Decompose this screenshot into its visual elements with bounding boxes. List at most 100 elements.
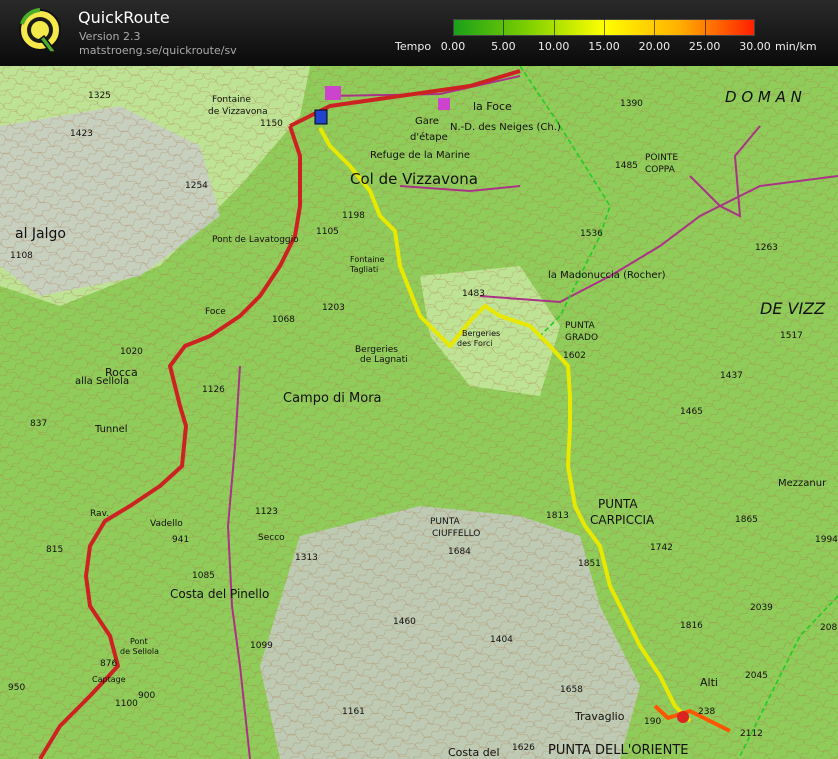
finish-marker-icon bbox=[677, 711, 689, 723]
map-label: Costa del Pinello bbox=[170, 587, 269, 601]
map-label: Costa del bbox=[448, 746, 500, 759]
spot-height: 1085 bbox=[192, 571, 215, 581]
spot-height: 1325 bbox=[88, 91, 111, 101]
spot-height: 1460 bbox=[393, 617, 416, 627]
spot-height: 941 bbox=[172, 535, 189, 545]
spot-height: 2112 bbox=[740, 729, 763, 739]
map-label: N.-D. des Neiges (Ch.) bbox=[450, 122, 561, 133]
spot-height: 1105 bbox=[316, 227, 339, 237]
spot-height: 1483 bbox=[462, 289, 485, 299]
map-label: CIUFFELLO bbox=[432, 529, 480, 539]
spot-height: 1108 bbox=[10, 251, 33, 261]
spot-height: 876 bbox=[100, 659, 117, 669]
map-label: al Jalgo bbox=[15, 226, 66, 242]
map-label: Campo di Mora bbox=[283, 391, 382, 406]
spot-height: 1203 bbox=[322, 303, 345, 313]
map-label: Tunnel bbox=[94, 424, 128, 435]
legend-label: Tempo bbox=[395, 40, 432, 53]
map-label: Travaglio bbox=[574, 710, 625, 723]
spot-height: 1437 bbox=[720, 371, 743, 381]
map-label: de Sellola bbox=[120, 647, 159, 656]
map-label: Vadello bbox=[150, 519, 183, 529]
app-version: Version 2.3 bbox=[79, 30, 141, 43]
map-label: Rav. bbox=[90, 509, 109, 519]
building-icon bbox=[325, 86, 341, 100]
spot-height: 837 bbox=[30, 419, 47, 429]
map-label: Tagliati bbox=[349, 265, 378, 274]
map-label: Pont de Lavatoggio bbox=[212, 235, 299, 245]
spot-height: 1485 bbox=[615, 161, 638, 171]
spot-height: 1742 bbox=[650, 543, 673, 553]
quickroute-logo-icon bbox=[19, 8, 61, 53]
legend-tick-label: 10.00 bbox=[537, 40, 570, 53]
map-label: PUNTA bbox=[565, 321, 596, 331]
map-label: Foce bbox=[205, 307, 226, 317]
map-label: Fontaine bbox=[212, 95, 251, 105]
spot-height: 2045 bbox=[745, 671, 768, 681]
spot-height: 1100 bbox=[115, 699, 138, 709]
spot-height: 238 bbox=[698, 707, 715, 717]
start-marker-icon bbox=[314, 109, 328, 125]
map-label: la Foce bbox=[473, 100, 512, 113]
spot-height: 1813 bbox=[546, 511, 569, 521]
app-url: matstroeng.se/quickroute/sv bbox=[79, 44, 237, 57]
spot-height: 1126 bbox=[202, 385, 225, 395]
map-label: alla Sellola bbox=[75, 376, 129, 387]
map-label: D O M A N bbox=[725, 88, 802, 106]
spot-height: 1465 bbox=[680, 407, 703, 417]
map-label: CARPICCIA bbox=[590, 513, 655, 527]
legend-tick bbox=[503, 19, 505, 36]
map-label: Secco bbox=[258, 533, 285, 543]
map-label: Gare bbox=[415, 116, 439, 127]
map-label: COPPA bbox=[645, 165, 676, 175]
map-label: Fontaine bbox=[350, 255, 385, 264]
map-label: Col de Vizzavona bbox=[350, 170, 478, 188]
map-label: PUNTA bbox=[430, 517, 461, 527]
spot-height: 1198 bbox=[342, 211, 365, 221]
map-label: Refuge de la Marine bbox=[370, 150, 470, 161]
map-label: des Forci bbox=[457, 339, 493, 348]
spot-height: 1423 bbox=[70, 129, 93, 139]
map-label: Bergeries bbox=[462, 329, 500, 338]
spot-height: 1602 bbox=[563, 351, 586, 361]
spot-height: 1099 bbox=[250, 641, 273, 651]
map-label: Alti bbox=[700, 676, 718, 689]
spot-height: 1994 bbox=[815, 535, 838, 545]
spot-height: 1404 bbox=[490, 635, 513, 645]
spot-height: 1536 bbox=[580, 229, 603, 239]
spot-height: 1658 bbox=[560, 685, 583, 695]
legend-tick bbox=[604, 19, 605, 36]
map-label: de Vizzavona bbox=[208, 107, 268, 117]
spot-height: 1517 bbox=[780, 331, 803, 341]
map-label: Bergeries bbox=[355, 345, 398, 355]
spot-height: 190 bbox=[644, 717, 661, 727]
spot-height: 1161 bbox=[342, 707, 365, 717]
legend-tick-label: 20.00 bbox=[638, 40, 671, 53]
map-label: GRADO bbox=[565, 333, 598, 343]
spot-height: 1150 bbox=[260, 119, 283, 129]
orienteering-map[interactable]: D O M A N DE VIZZ la Foce N.-D. des Neiges … bbox=[0, 66, 838, 759]
spot-height: 1254 bbox=[185, 181, 208, 191]
legend-tick-label: 30.00 bbox=[739, 40, 771, 53]
spot-height: 208 bbox=[820, 623, 837, 633]
spot-height: 815 bbox=[46, 545, 63, 555]
spot-height: 1313 bbox=[295, 553, 318, 563]
map-label: Pont bbox=[130, 637, 148, 646]
map-label: de Lagnati bbox=[360, 355, 408, 365]
spot-height: 1263 bbox=[755, 243, 778, 253]
map-label: Captage bbox=[92, 675, 126, 684]
spot-height: 950 bbox=[8, 683, 25, 693]
spot-height: 1068 bbox=[272, 315, 295, 325]
legend-tick-label: 25.00 bbox=[688, 40, 721, 53]
spot-height: 1851 bbox=[578, 559, 601, 569]
spot-height: 1865 bbox=[735, 515, 758, 525]
map-label: DE VIZZ bbox=[760, 299, 826, 318]
spot-height: 1626 bbox=[512, 743, 535, 753]
spot-height: 1684 bbox=[448, 547, 471, 557]
app-title: QuickRoute bbox=[78, 8, 170, 27]
legend-tick bbox=[704, 19, 706, 36]
map-label: la Madonuccia (Rocher) bbox=[548, 270, 666, 281]
spot-height: 1123 bbox=[255, 507, 278, 517]
spot-height: 1390 bbox=[620, 99, 643, 109]
legend-tick-label: 5.00 bbox=[491, 40, 516, 53]
